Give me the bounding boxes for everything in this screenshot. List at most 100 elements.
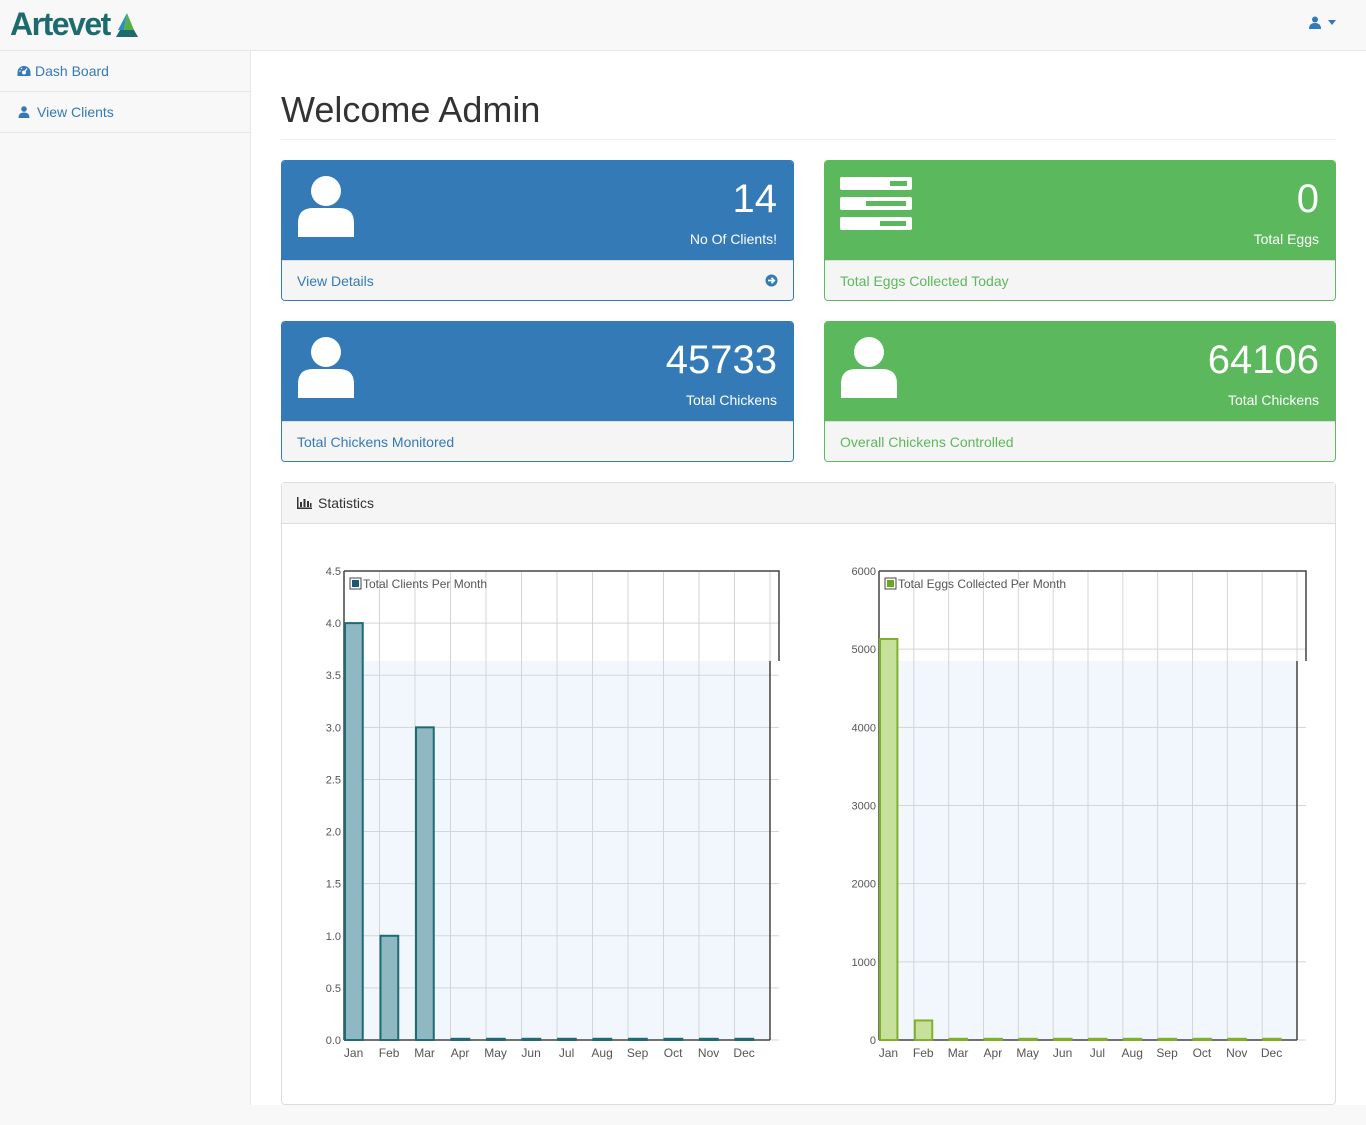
eggs-bar-aug [1122, 1037, 1143, 1041]
eggs-x-tick-label: Jun [1053, 1046, 1072, 1060]
statistics-panel: Statistics 0.0 0.5 1.0 1.5 2.0 2.5 3.0 3.5 4.0 4.… [281, 482, 1336, 1105]
eggs-card: 0 Total Eggs Total Eggs Collected Today [824, 160, 1336, 301]
eggs-x-tick-label: Mar [948, 1046, 969, 1060]
eggs-bar-mar [948, 1037, 969, 1041]
page-header: Welcome Admin [281, 89, 1336, 140]
clients-x-tick-label: Aug [591, 1046, 612, 1060]
clients-y-tick-label: 2.5 [326, 774, 341, 786]
clients-x-tick-label: Jan [344, 1046, 363, 1060]
clients-bar-dec [734, 1037, 755, 1041]
eggs-y-tick-label: 0 [870, 1035, 876, 1047]
chickens-monitored-link[interactable]: Total Chickens Monitored [282, 421, 793, 461]
sidebar-item-label: Dash Board [35, 63, 109, 79]
clients-bar-feb [379, 934, 400, 1041]
card-footer-label: View Details [297, 272, 374, 289]
eggs-bar-nov [1227, 1037, 1247, 1041]
clients-x-tick-label: Mar [414, 1046, 435, 1060]
user-icon [298, 176, 354, 237]
card-heading: 64106 Total Chickens [825, 322, 1335, 421]
brand-name[interactable]: Artevet [10, 6, 111, 42]
clients-bar-oct [663, 1037, 684, 1041]
card-value: 64106 [1207, 338, 1319, 382]
eggs-bar-jul [1088, 1037, 1108, 1041]
card-label: No Of Clients! [689, 231, 777, 247]
sidebar-item-view-clients[interactable]: View Clients [0, 92, 250, 133]
clients-x-tick-label: Dec [733, 1046, 754, 1060]
eggs-x-tick-label: Jul [1090, 1046, 1105, 1060]
user-icon [18, 106, 30, 118]
eggs-bar-jan [879, 638, 899, 1041]
clients-x-tick-label: Apr [451, 1046, 470, 1060]
arrow-circle-right-icon [765, 274, 778, 287]
clients-x-tick-label: Feb [379, 1046, 400, 1060]
clients-x-tick-label: Oct [664, 1046, 683, 1060]
eggs-x-tick-label: Apr [984, 1046, 1003, 1060]
eggs-legend-swatch [887, 580, 894, 587]
card-footer-label: Overall Chickens Controlled [840, 433, 1014, 450]
tasks-icon [840, 177, 912, 230]
clients-legend-swatch [352, 580, 359, 587]
page-title: Welcome Admin [281, 89, 541, 130]
eggs-x-tick-label: May [1016, 1046, 1039, 1060]
card-value: 14 [732, 177, 778, 221]
eggs-y-tick-label: 1000 [852, 957, 876, 969]
clients-bar-jul [557, 1037, 577, 1041]
clients-x-tick-label: Jul [559, 1046, 574, 1060]
eggs-y-tick-label: 3000 [852, 801, 876, 813]
eggs-x-tick-label: Feb [913, 1046, 934, 1060]
eggs-legend-label: Total Eggs Collected Per Month [898, 577, 1066, 591]
clients-x-tick-label: Nov [698, 1046, 719, 1060]
eggs-bar-apr [983, 1037, 1003, 1041]
eggs-x-tick-label: Oct [1193, 1046, 1212, 1060]
chickens-monitored-card: 45733 Total Chickens Total Chickens Moni… [281, 321, 794, 462]
eggs-bar-dec [1262, 1037, 1282, 1041]
eggs-x-tick-label: Nov [1226, 1046, 1247, 1060]
user-menu-toggle[interactable] [1309, 16, 1336, 29]
clients-y-tick-label: 3.5 [326, 670, 341, 682]
card-label: Total Chickens [685, 392, 777, 408]
card-value: 45733 [665, 338, 777, 382]
clients-bar-sep [628, 1037, 648, 1041]
card-footer-label: Total Eggs Collected Today [840, 272, 1009, 289]
clients-bar-jan [344, 622, 364, 1041]
clients-y-tick-label: 1.0 [326, 931, 341, 943]
clients-y-tick-label: 3.0 [326, 722, 341, 734]
chickens-controlled-link[interactable]: Overall Chickens Controlled [825, 421, 1335, 461]
card-footer-label: Total Chickens Monitored [297, 433, 455, 450]
eggs-x-tick-label: Dec [1261, 1046, 1282, 1060]
sidebar-item-label: View Clients [37, 104, 114, 120]
eggs-bar-feb [913, 1019, 934, 1041]
brand[interactable]: Artevet [10, 6, 140, 42]
clients-bar-aug [592, 1037, 613, 1041]
eggs-x-tick-label: Aug [1122, 1046, 1143, 1060]
eggs-x-tick-label: Jan [879, 1046, 898, 1060]
eggs-bar-oct [1192, 1037, 1212, 1041]
card-label: Total Chickens [1227, 392, 1319, 408]
clients-y-tick-label: 4.5 [326, 566, 341, 578]
chevron-down-icon [1328, 20, 1336, 25]
sidebar: Dash Board View Clients [0, 51, 251, 1105]
card-value: 0 [1296, 177, 1319, 221]
clients-bar-jun [521, 1037, 542, 1041]
clients-y-tick-label: 2.0 [326, 827, 341, 839]
chickens-controlled-card: 64106 Total Chickens Overall Chickens Co… [824, 321, 1336, 462]
clients-x-tick-label: May [484, 1046, 507, 1060]
user-icon [1309, 16, 1321, 29]
sidebar-item-dashboard[interactable]: Dash Board [0, 51, 250, 92]
eggs-y-tick-label: 6000 [852, 566, 876, 578]
eggs-y-tick-label: 5000 [852, 644, 876, 656]
clients-legend-label: Total Clients Per Month [363, 577, 487, 591]
view-details-link[interactable]: View Details [282, 260, 793, 300]
card-heading: 0 Total Eggs [825, 161, 1335, 260]
clients-bar-may [486, 1037, 506, 1041]
eggs-bar-sep [1157, 1037, 1178, 1041]
eggs-today-link[interactable]: Total Eggs Collected Today [825, 260, 1335, 300]
clients-y-tick-label: 1.5 [326, 879, 341, 891]
main-content: Welcome Admin 14 No Of Clients! View Det… [251, 51, 1366, 1105]
user-icon [298, 337, 354, 398]
brand-logo-icon [115, 13, 138, 37]
clients-y-tick-label: 4.0 [326, 618, 341, 630]
clients-per-month-chart: 0.0 0.5 1.0 1.5 2.0 2.5 3.0 3.5 4.0 4.5 Jan Feb Mar A… [326, 566, 1307, 1060]
clients-y-tick-label: 0.0 [326, 1035, 341, 1047]
clients-y-tick-label: 0.5 [326, 983, 341, 995]
